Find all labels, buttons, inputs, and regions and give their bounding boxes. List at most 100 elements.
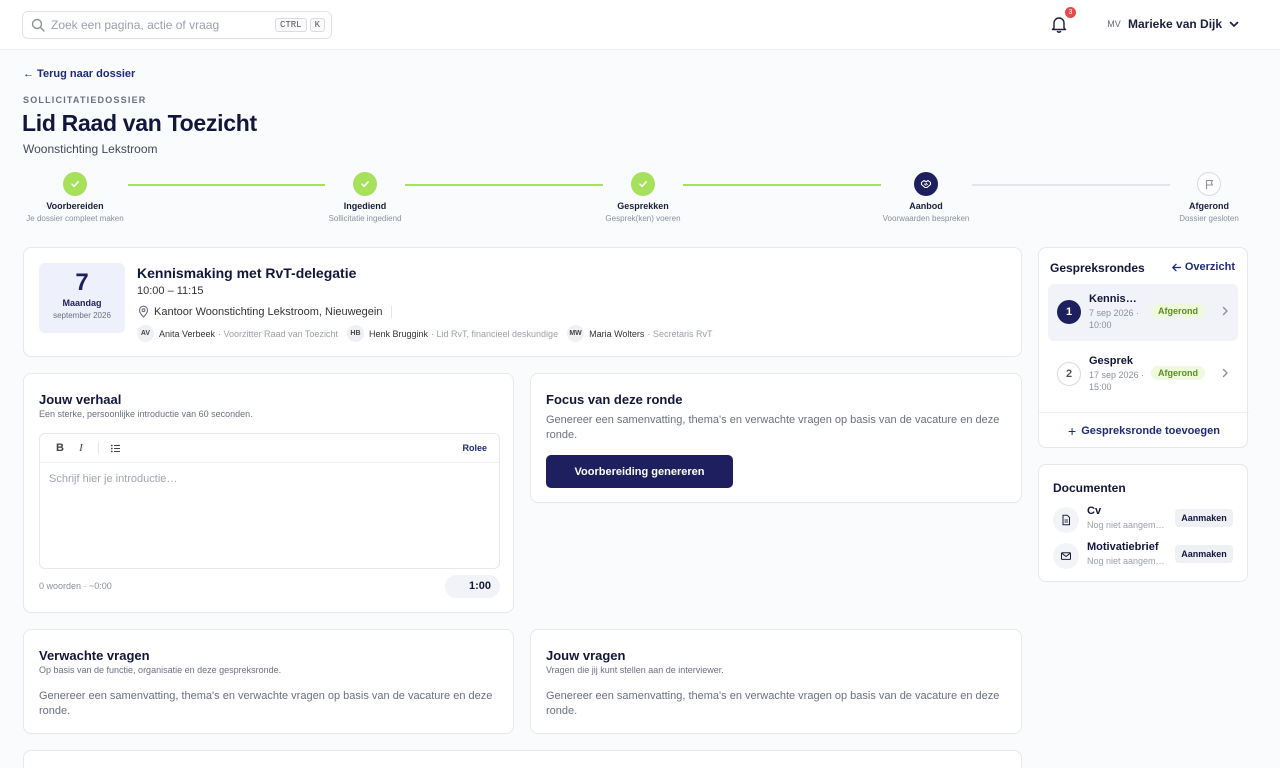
meeting-month: september 2026 (53, 311, 111, 320)
file-icon (1053, 507, 1079, 533)
step-afgerond[interactable]: Afgerond Dossier gesloten (1139, 170, 1279, 223)
round-date: 17 sep 2026 · 15:00 (1089, 370, 1145, 392)
document-name: Motivatiebrief (1087, 541, 1159, 553)
search-box[interactable]: CTRL K (22, 11, 332, 39)
role-button[interactable]: Rolee (462, 443, 487, 453)
chevron-right-icon (1222, 306, 1228, 316)
step-status-circle (1197, 172, 1221, 196)
add-round-button[interactable]: + Gespreksronde toevoegen (1039, 423, 1249, 439)
create-cv-button[interactable]: Aanmaken (1175, 509, 1233, 527)
step-status-circle (63, 172, 87, 196)
step-label: Voorbereiden (46, 201, 104, 211)
round-date: 7 sep 2026 · 10:00 (1089, 308, 1140, 330)
round-item[interactable]: 1 Kennismaking met RvT-delegatie 7 sep 2… (1048, 284, 1238, 341)
your-questions-subtitle: Vragen die jij kunt stellen aan de inter… (546, 665, 724, 675)
timer-badge[interactable]: 1:00 (445, 575, 500, 598)
check-icon (71, 181, 79, 188)
story-editor: B I Rolee (39, 433, 500, 569)
user-name: Marieke van Dijk (1128, 17, 1223, 31)
check-icon (639, 181, 647, 188)
create-motivation-letter-button[interactable]: Aanmaken (1175, 545, 1233, 563)
step-voorbereiden[interactable]: Voorbereiden Je dossier compleet maken (5, 170, 145, 223)
step-aanbod[interactable]: Aanbod Voorwaarden bespreken (856, 170, 996, 223)
meeting-card: 7 Maandag september 2026 Kennismaking me… (23, 247, 1022, 357)
attendee: AV Anita Verbeek · Voorzitter Raad van T… (137, 325, 338, 342)
step-ingediend[interactable]: Ingediend Sollicitatie ingediend (295, 170, 435, 223)
focus-title: Focus van deze ronde (546, 392, 683, 407)
plus-icon: + (1068, 423, 1077, 439)
handshake-icon (920, 179, 932, 189)
step-label: Afgerond (1189, 201, 1229, 211)
step-description: Je dossier compleet maken (26, 214, 124, 223)
document-name: Cv (1087, 505, 1102, 517)
expected-questions-body: Genereer een samenvatting, thema's en ve… (39, 690, 493, 717)
meeting-location-text: Kantoor Woonstichting Lekstroom, Nieuweg… (154, 305, 383, 318)
location-pin-icon (138, 305, 149, 318)
your-questions-title: Jouw vragen (546, 648, 626, 663)
overview-link[interactable]: Overzicht (1171, 261, 1235, 273)
focus-card: Focus van deze ronde Genereer een samenv… (530, 373, 1022, 503)
round-name: Gesprek (1089, 355, 1134, 367)
meeting-day-number: 7 (75, 269, 89, 296)
step-description: Sollicitatie ingediend (328, 214, 402, 223)
list-icon (110, 444, 120, 452)
word-count: 0 woorden · ~0:00 (39, 581, 112, 591)
meeting-date-box: 7 Maandag september 2026 (39, 263, 125, 333)
document-status: Nog niet aangemaakt (1087, 556, 1167, 566)
back-to-dossier-link[interactable]: ← Terug naar dossier (23, 68, 135, 80)
attendee-avatar: MW (567, 325, 585, 342)
avatar: MV (1107, 19, 1121, 29)
step-status-circle (914, 172, 938, 196)
attendee: HB Henk Bruggink · Lid RvT, financieel d… (346, 325, 559, 342)
step-description: Gesprek(ken) voeren (605, 214, 681, 223)
page-title: Lid Raad van Toezicht (22, 110, 257, 136)
document-item-motivation-letter: Motivatiebrief Nog niet aangemaakt Aanma… (1053, 541, 1235, 569)
search-icon (31, 18, 45, 32)
bold-button[interactable]: B (50, 438, 70, 458)
documents-title: Documenten (1053, 481, 1126, 495)
step-status-circle (631, 172, 655, 196)
round-number: 2 (1057, 362, 1081, 386)
step-gesprekken[interactable]: Gesprekken Gesprek(ken) voeren (573, 170, 713, 223)
divider (1039, 412, 1249, 413)
arrow-left-icon (1172, 263, 1182, 271)
chevron-down-icon (1229, 21, 1239, 27)
attendee-avatar: AV (137, 325, 154, 342)
attendee-role: · Secretaris RvT (647, 328, 713, 339)
flag-icon (1205, 179, 1213, 189)
your-questions-card: Jouw vragen Vragen die jij kunt stellen … (530, 629, 1022, 734)
attendee-name: Anita Verbeek (159, 328, 216, 339)
meeting-title: Kennismaking met RvT-delegatie (137, 265, 357, 281)
attendee-avatar: HB (346, 325, 364, 342)
divider (391, 305, 393, 318)
step-label: Gesprekken (617, 201, 669, 211)
italic-button[interactable]: I (71, 438, 91, 458)
search-input[interactable] (51, 18, 272, 32)
editor-toolbar: B I Rolee (40, 434, 499, 463)
generate-preparation-button[interactable]: Voorbereiding genereren (546, 455, 733, 488)
progress-stepper: Voorbereiden Je dossier compleet maken I… (0, 170, 1280, 230)
expected-questions-subtitle: Op basis van de functie, organisatie en … (39, 665, 282, 675)
round-item[interactable]: 2 Gesprek 17 sep 2026 · 15:00 Afgerond (1048, 346, 1238, 403)
bell-icon[interactable] (1049, 14, 1069, 34)
meeting-weekday: Maandag (62, 298, 102, 308)
round-number: 1 (1057, 300, 1081, 324)
rounds-title: Gespreksrondes (1050, 261, 1145, 275)
shortcut-key-ctrl: CTRL (274, 18, 307, 32)
meeting-time: 10:00 – 11:15 (137, 285, 204, 297)
status-badge: Afgerond (1151, 304, 1205, 318)
step-description: Voorwaarden bespreken (882, 214, 970, 223)
bullet-list-button[interactable] (105, 438, 125, 458)
user-menu[interactable]: MV Marieke van Dijk (1104, 12, 1240, 36)
notification-count-badge: 3 (1065, 7, 1076, 18)
expected-questions-card: Verwachte vragen Op basis van de functie… (23, 629, 514, 734)
story-title: Jouw verhaal (39, 392, 122, 407)
top-bar: CTRL K 3 MV Marieke van Dijk (0, 0, 1280, 50)
attendee-role: · Lid RvT, financieel deskundige (431, 328, 559, 339)
attendee-list: AV Anita Verbeek · Voorzitter Raad van T… (137, 325, 721, 342)
attendee: MW Maria Wolters · Secretaris RvT (567, 325, 712, 342)
story-textarea[interactable] (40, 463, 499, 567)
check-icon (361, 181, 369, 188)
meeting-location: Kantoor Woonstichting Lekstroom, Nieuweg… (137, 305, 393, 318)
round-name: Kennismaking met RvT-delegatie (1089, 293, 1145, 305)
